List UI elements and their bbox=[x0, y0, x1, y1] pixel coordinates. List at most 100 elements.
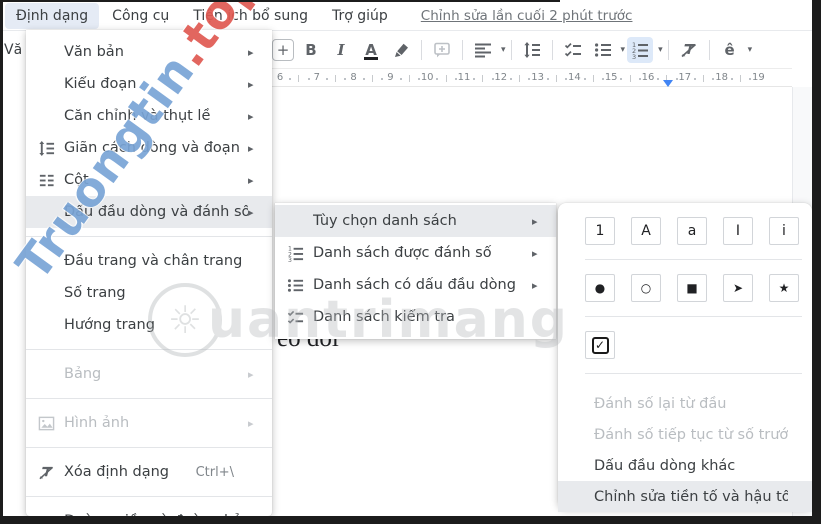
menu-item-bang[interactable]: Bảng ▸ bbox=[26, 358, 272, 390]
menu-item-huong-trang[interactable]: Hướng trang bbox=[26, 309, 272, 341]
toolbar-divider bbox=[462, 40, 463, 60]
menubar-item-tien-ich-bo-sung[interactable]: Tiện ích bổ sung bbox=[182, 3, 319, 29]
line-spacing-button[interactable] bbox=[519, 37, 545, 63]
ruler-number: 18 bbox=[715, 72, 728, 83]
zoom-add-glyph: + bbox=[276, 40, 290, 59]
menu-item-tuy-chon-danh-sach[interactable]: Tùy chọn danh sách ▸ bbox=[275, 205, 556, 237]
menu-item-hinh-anh[interactable]: Hình ảnh ▸ bbox=[26, 407, 272, 439]
bullet-format-button-[interactable]: ● bbox=[585, 274, 615, 302]
ruler-number: 7 bbox=[313, 72, 320, 83]
menu-item-chinh-sua-tien-to-va-hau-to[interactable]: Chỉnh sửa tiền tố và hậu tố bbox=[558, 481, 812, 512]
menu-item-danh-sach-uoc-anh-so[interactable]: Danh sách được đánh số ▸ bbox=[275, 237, 556, 269]
menu-item-gian-cach-dong-va-oan[interactable]: Giãn cách dòng và đoạn ▸ bbox=[26, 132, 272, 164]
bullet-format-button-glyph: ★ bbox=[778, 281, 790, 295]
ruler-number: 10 bbox=[420, 72, 434, 83]
ruler-tick bbox=[418, 78, 420, 80]
clipped-edge-text: Vă bbox=[4, 42, 23, 58]
chevron-down-icon[interactable]: ▾ bbox=[748, 45, 753, 55]
numberlist-icon bbox=[285, 245, 305, 262]
bulletlist-icon bbox=[285, 277, 305, 294]
number-format-button-1[interactable]: 1 bbox=[585, 217, 615, 245]
number-format-button-glyph: i bbox=[782, 223, 786, 239]
menu-item-label: Văn bản bbox=[64, 44, 124, 60]
menu-separator bbox=[26, 496, 272, 497]
add-comment-button[interactable] bbox=[429, 37, 455, 63]
menu-item-label: Đánh số lại từ đầu bbox=[594, 395, 727, 412]
menu-item-label: Dấu đầu dòng và đánh số bbox=[64, 204, 248, 220]
menu-item-au-trang-va-chan-trang[interactable]: Đầu trang và chân trang bbox=[26, 245, 272, 277]
ruler-tick bbox=[307, 78, 310, 80]
text-color-button[interactable]: A bbox=[358, 37, 384, 63]
submenu-arrow-icon: ▸ bbox=[532, 278, 538, 292]
submenu-arrow-icon: ▸ bbox=[248, 141, 254, 155]
frame-border-bottom bbox=[0, 516, 821, 524]
menu-item-label: Tùy chọn danh sách bbox=[313, 213, 457, 229]
menu-item-uong-vien-va-uong-ke[interactable]: Đường viền và đường kẻ▸ bbox=[26, 505, 272, 516]
submenu-arrow-icon: ▸ bbox=[248, 45, 254, 59]
number-format-button-a[interactable]: a bbox=[677, 217, 707, 245]
menu-item-anh-so-lai-tu-au[interactable]: Đánh số lại từ đầu bbox=[558, 388, 812, 419]
ruler-tick bbox=[344, 78, 347, 80]
indent-marker[interactable] bbox=[662, 80, 673, 87]
ruler-number: 8 bbox=[350, 72, 357, 83]
bullet-format-button-glyph: ○ bbox=[640, 281, 652, 295]
bold-glyph: B bbox=[305, 40, 317, 59]
bullet-format-button-[interactable]: ■ bbox=[677, 274, 707, 302]
menu-item-dau-au-dong-khac[interactable]: Dấu đầu dòng khác bbox=[558, 450, 812, 481]
marker-icon bbox=[392, 41, 410, 59]
submenu-arrow-icon: ▸ bbox=[532, 246, 538, 260]
linespace-icon bbox=[36, 140, 56, 157]
input-tools-button[interactable]: ê bbox=[717, 37, 743, 63]
ruler-tick bbox=[436, 78, 439, 80]
ruler-tick bbox=[638, 78, 641, 80]
menu-item-xoa-inh-dang[interactable]: Xóa định dạng Ctrl+\ bbox=[26, 456, 272, 488]
menu-item-danh-sach-kiem-tra[interactable]: Danh sách kiểm tra bbox=[275, 301, 556, 333]
chevron-down-icon[interactable]: ▾ bbox=[621, 45, 626, 55]
checked-checkbox-icon: ✓ bbox=[591, 336, 609, 354]
menu-item-kieu-oan[interactable]: Kiểu đoạn ▸ bbox=[26, 68, 272, 100]
italic-button[interactable]: I bbox=[328, 37, 354, 63]
ruler-tick bbox=[546, 78, 549, 80]
menu-item-label: Danh sách có dấu đầu dòng bbox=[313, 277, 516, 293]
bullet-format-button-[interactable]: ○ bbox=[631, 274, 661, 302]
ruler-tick bbox=[372, 75, 373, 82]
number-format-button-a[interactable]: A bbox=[631, 217, 661, 245]
menu-item-label: Danh sách được đánh số bbox=[313, 245, 492, 261]
menubar-item-cong-cu[interactable]: Công cụ bbox=[101, 3, 180, 29]
bullet-list-button[interactable] bbox=[590, 37, 616, 63]
bullet-format-row: ● ○ ■ ➤ ★ bbox=[558, 274, 812, 302]
ruler-tick bbox=[473, 78, 476, 80]
bullet-format-button-[interactable]: ★ bbox=[769, 274, 799, 302]
menu-item-van-ban[interactable]: Văn bản ▸ bbox=[26, 36, 272, 68]
panel-separator bbox=[585, 259, 802, 260]
bullet-format-button-[interactable]: ➤ bbox=[723, 274, 753, 302]
format-dropdown-menu: Văn bản ▸ Kiểu đoạn ▸ Căn chỉnh và thụt lề ▸ G… bbox=[26, 30, 272, 516]
zoom-add-button[interactable]: + bbox=[272, 39, 294, 61]
ruler-tick bbox=[565, 78, 568, 80]
bold-button[interactable]: B bbox=[298, 37, 324, 63]
number-format-button-i[interactable]: I bbox=[723, 217, 753, 245]
ruler-number: 9 bbox=[387, 72, 394, 83]
menu-item-anh-so-tiep-tuc-tu-so-truoc[interactable]: Đánh số tiếp tục từ số trước bbox=[558, 419, 812, 450]
align-button[interactable] bbox=[470, 37, 496, 63]
ruler-number: 13 bbox=[531, 72, 544, 83]
menubar-item-inh-dang[interactable]: Định dạng bbox=[5, 3, 100, 29]
chevron-down-icon[interactable]: ▾ bbox=[658, 45, 663, 55]
numbered-list-button[interactable] bbox=[627, 37, 654, 63]
checklist-button[interactable] bbox=[560, 37, 586, 63]
clear-formatting-button[interactable] bbox=[676, 37, 702, 63]
bullet-format-button-glyph: ● bbox=[594, 281, 606, 295]
highlight-color-button[interactable] bbox=[388, 37, 414, 63]
checklist-format-button[interactable]: ✓ bbox=[585, 331, 615, 359]
number-format-button-i[interactable]: i bbox=[769, 217, 799, 245]
menu-item-danh-sach-co-dau-au-dong[interactable]: Danh sách có dấu đầu dòng ▸ bbox=[275, 269, 556, 301]
last-edit-link[interactable]: Chỉnh sửa lần cuối 2 phút trước bbox=[421, 8, 633, 24]
chevron-down-icon[interactable]: ▾ bbox=[501, 45, 506, 55]
menubar-item-tro-giup[interactable]: Trợ giúp bbox=[321, 3, 399, 29]
ruler-number: 14 bbox=[568, 72, 581, 83]
menu-item-can-chinh-va-thut-le[interactable]: Căn chỉnh và thụt lề ▸ bbox=[26, 100, 272, 132]
menu-item-dau-au-dong-va-anh-so[interactable]: Dấu đầu dòng và đánh số ▸ bbox=[26, 196, 272, 228]
menu-item-cot[interactable]: Cột ▸ bbox=[26, 164, 272, 196]
checklist-icon bbox=[285, 309, 305, 326]
menu-item-so-trang[interactable]: Số trang bbox=[26, 277, 272, 309]
